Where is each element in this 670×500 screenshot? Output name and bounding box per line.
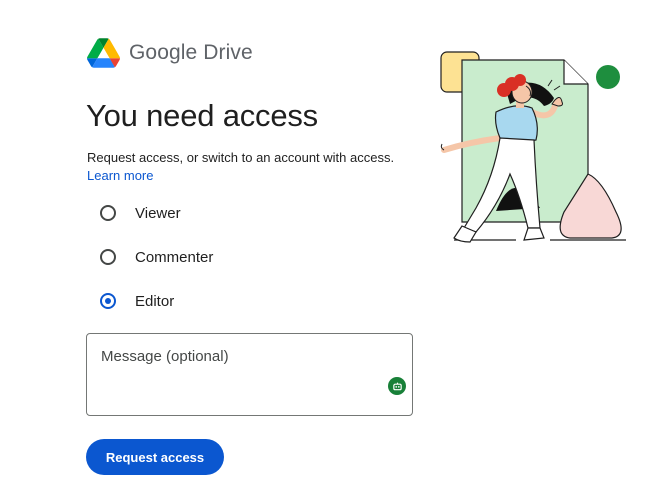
- page-title: You need access: [86, 98, 318, 133]
- description-text: Request access, or switch to an account …: [87, 150, 395, 165]
- editor-label: Editor: [135, 292, 175, 310]
- grammarly-assist-icon[interactable]: [388, 377, 406, 395]
- message-placeholder: Message (optional): [101, 348, 229, 365]
- role-radio-group: Viewer Commenter Editor: [98, 191, 213, 323]
- role-option-viewer[interactable]: Viewer: [98, 191, 213, 235]
- viewer-label: Viewer: [135, 204, 181, 222]
- person-running-illustration: [440, 51, 626, 243]
- viewer-radio[interactable]: [100, 205, 116, 221]
- google-drive-logo-icon: [87, 38, 120, 68]
- commenter-radio[interactable]: [100, 249, 116, 265]
- brand-header: Google Drive: [87, 38, 253, 68]
- role-option-editor[interactable]: Editor: [98, 279, 213, 323]
- brand-name: Google Drive: [129, 41, 253, 64]
- request-access-button[interactable]: Request access: [86, 439, 224, 475]
- editor-radio[interactable]: [100, 293, 116, 309]
- message-field[interactable]: Message (optional): [86, 333, 413, 416]
- commenter-label: Commenter: [135, 248, 214, 266]
- role-option-commenter[interactable]: Commenter: [98, 235, 213, 279]
- learn-more-link[interactable]: Learn more: [87, 168, 153, 183]
